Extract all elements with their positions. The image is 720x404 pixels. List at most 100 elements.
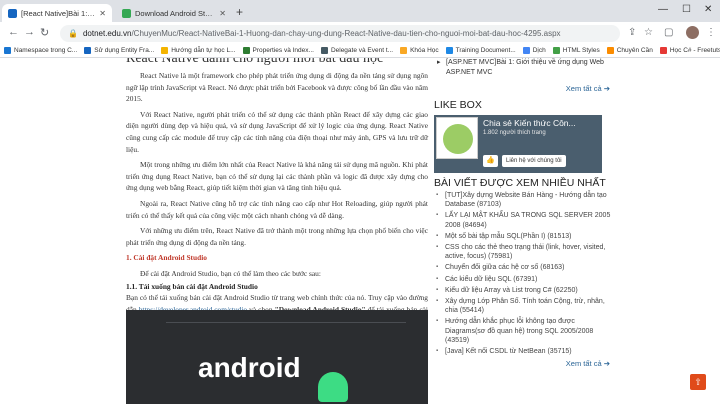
popular-post-label: Hướng dẫn khắc phục lỗi không tạo được D… bbox=[445, 318, 594, 344]
article-paragraph: Ngoài ra, React Native cũng hỗ trợ các t… bbox=[126, 198, 428, 220]
article-paragraph: Một trong những ưu điểm lớn nhất của Rea… bbox=[126, 160, 428, 193]
scroll-to-top-button[interactable]: ⇧ bbox=[690, 374, 706, 390]
maximize-icon[interactable]: ☐ bbox=[682, 4, 691, 15]
section-heading: 1. Cài đặt Android Studio bbox=[126, 253, 207, 263]
android-favicon-icon bbox=[122, 8, 131, 18]
facebook-like-box[interactable]: Chia sẻ Kiến thức Côn... 1.802 người thí… bbox=[434, 115, 602, 173]
bookmark-favicon-icon bbox=[4, 47, 11, 54]
profile-avatar[interactable] bbox=[686, 26, 699, 39]
bookmark-favicon-icon bbox=[320, 47, 328, 54]
bookmark-label: Học C# - Freetuts bbox=[669, 47, 720, 54]
fb-like-count: 1.802 người thích trang bbox=[483, 130, 546, 136]
bookmark-label: Khóa Học bbox=[410, 47, 439, 54]
bookmark-item[interactable]: Delegate và Event t... bbox=[320, 47, 394, 54]
see-all-link[interactable]: Xem tất cả ➔ bbox=[434, 359, 614, 368]
subsection-heading: 1.1. Tải xuống bản cài đặt Android Studi… bbox=[126, 281, 258, 291]
bookmark-favicon-icon bbox=[161, 47, 169, 54]
bullet-icon: ▪ bbox=[436, 264, 439, 271]
tab-android-studio[interactable]: Download Android Studio & App... ✕ bbox=[116, 4, 232, 22]
bullet-icon: ▪ bbox=[436, 298, 439, 305]
android-studio-banner-image: android bbox=[126, 310, 428, 404]
bookmark-item[interactable]: HTML Styles bbox=[552, 47, 600, 54]
bookmark-item[interactable]: Học C# - Freetuts bbox=[659, 47, 720, 54]
popular-post-item[interactable]: ▪ Một số bài tập mẫu SQL(Phần I) (81513) bbox=[434, 232, 614, 241]
bookmark-item[interactable]: Namespace trong C... bbox=[4, 47, 77, 54]
article-paragraph: React Native là một framework cho phép p… bbox=[126, 71, 428, 104]
popular-post-item[interactable]: ▪ [Java] Kết nối CSDL từ NetBean (35715) bbox=[434, 347, 614, 356]
popular-post-item[interactable]: ▪ Kiểu dữ liệu Array và List trong C# (62… bbox=[434, 286, 614, 295]
close-tab-icon[interactable]: ✕ bbox=[219, 9, 226, 18]
bookmark-star-icon[interactable]: ☆ bbox=[644, 27, 653, 38]
bookmark-favicon-icon bbox=[522, 47, 530, 54]
popular-post-label: Các kiểu dữ liệu SQL (67391) bbox=[445, 275, 538, 283]
address-bar[interactable]: 🔒 dotnet.edu.vn /ChuyenMuc/React-NativeB… bbox=[60, 25, 620, 42]
fb-page-name[interactable]: Chia sẻ Kiến thức Côn... bbox=[483, 118, 576, 128]
minimize-icon[interactable]: — bbox=[658, 4, 668, 15]
close-tab-icon[interactable]: ✕ bbox=[99, 9, 106, 18]
bookmark-item[interactable]: Training Document... bbox=[445, 47, 516, 54]
page-logo bbox=[436, 117, 478, 159]
article-paragraph: Để cài đặt Android Studio, bạn có thể là… bbox=[140, 268, 321, 278]
bookmarks-bar: Namespace trong C... Sử dụng Entity Fra..… bbox=[0, 44, 720, 58]
bookmark-favicon-icon bbox=[400, 47, 408, 54]
bullet-icon: ▸ bbox=[437, 59, 441, 66]
tab-react-native[interactable]: [React Native]Bài 1: Hướng dẫn c... ✕ bbox=[2, 4, 112, 22]
site-favicon-icon bbox=[8, 8, 17, 18]
menu-icon[interactable]: ⋮ bbox=[706, 27, 716, 38]
popular-post-item[interactable]: ▪ Xây dựng Lớp Phân Số. Tính toán Cộng, t… bbox=[434, 297, 614, 315]
bookmark-label: Namespace trong C... bbox=[14, 47, 78, 54]
popular-post-label: Kiểu dữ liệu Array và List trong C# (622… bbox=[445, 286, 578, 294]
like-box-heading: LIKE BOX bbox=[434, 99, 482, 111]
bookmark-item[interactable]: Khóa Học bbox=[400, 47, 439, 54]
bookmark-favicon-icon bbox=[242, 47, 250, 54]
bookmark-favicon-icon bbox=[552, 47, 560, 54]
related-post-label: [ASP.NET MVC]Bài 1: Giới thiệu về ứng dụ… bbox=[446, 59, 604, 76]
forward-icon[interactable]: → bbox=[24, 26, 35, 38]
popular-post-item[interactable]: ▪ Hướng dẫn khắc phục lỗi không tạo được … bbox=[434, 317, 614, 345]
bullet-icon: ▪ bbox=[436, 275, 439, 282]
bookmark-item[interactable]: Chuyên Cần bbox=[606, 47, 653, 54]
bookmark-label: Sử dụng Entity Fra... bbox=[94, 47, 155, 54]
tab-label: [React Native]Bài 1: Hướng dẫn c... bbox=[21, 8, 95, 18]
back-icon[interactable]: ← bbox=[8, 26, 19, 38]
bookmark-label: Dịch bbox=[532, 47, 546, 54]
see-all-link[interactable]: Xem tất cả ➔ bbox=[434, 84, 614, 93]
popular-post-label: [Java] Kết nối CSDL từ NetBean (35715) bbox=[445, 348, 572, 356]
popular-post-label: Xây dựng Lớp Phân Số. Tính toán Cộng, tr… bbox=[445, 298, 605, 315]
like-button[interactable]: 👍 bbox=[483, 155, 498, 167]
popular-post-item[interactable]: ▪ LẤY LẠI MẬT KHẨU SA TRONG SQL SERVER 20… bbox=[434, 211, 614, 229]
bookmark-favicon-icon bbox=[445, 47, 453, 54]
ide-toolbar-strip bbox=[166, 322, 406, 352]
bookmark-label: Delegate và Event t... bbox=[330, 47, 394, 54]
close-window-icon[interactable]: ✕ bbox=[704, 4, 712, 15]
reload-icon[interactable]: ↻ bbox=[40, 26, 49, 39]
bookmark-favicon-icon bbox=[606, 47, 614, 54]
bullet-icon: ▪ bbox=[436, 232, 439, 239]
bookmark-label: Training Document... bbox=[455, 47, 516, 54]
bookmark-label: Hướng dẫn tự học L... bbox=[171, 47, 236, 54]
android-logo-text: android bbox=[198, 352, 301, 383]
side-panel-icon[interactable]: ▢ bbox=[664, 27, 673, 38]
bookmark-item[interactable]: Dịch bbox=[522, 47, 546, 54]
browser-toolbar: ← → ↻ 🔒 dotnet.edu.vn /ChuyenMuc/React-N… bbox=[0, 22, 720, 44]
bookmark-item[interactable]: Sử dụng Entity Fra... bbox=[84, 47, 154, 54]
url-host: dotnet.edu.vn bbox=[82, 29, 132, 38]
popular-post-label: Một số bài tập mẫu SQL(Phần I) (81513) bbox=[445, 232, 572, 240]
popular-post-item[interactable]: ▪ Các kiểu dữ liệu SQL (67391) bbox=[434, 275, 614, 284]
bookmark-label: HTML Styles bbox=[562, 47, 600, 54]
tab-label: Download Android Studio & App... bbox=[135, 8, 215, 18]
new-tab-icon[interactable]: + bbox=[236, 5, 243, 19]
page-content: React Native dành cho người mới bắt đầu … bbox=[0, 58, 720, 404]
bookmark-item[interactable]: Hướng dẫn tự học L... bbox=[161, 47, 236, 54]
contact-button[interactable]: Liên hệ với chúng tôi bbox=[502, 155, 566, 167]
popular-list: ▪ [TUT]Xây dựng Website Bán Hàng - Hướng … bbox=[434, 191, 614, 356]
share-icon[interactable]: ⇪ bbox=[628, 27, 636, 38]
bullet-icon: ▪ bbox=[436, 318, 439, 325]
popular-post-item[interactable]: ▪ [TUT]Xây dựng Website Bán Hàng - Hướng … bbox=[434, 191, 614, 209]
popular-post-item[interactable]: ▪ Chuyển đổi giữa các hệ cơ số (68163) bbox=[434, 263, 614, 272]
bookmark-item[interactable]: Properties và Index... bbox=[242, 47, 314, 54]
lock-icon: 🔒 bbox=[68, 29, 78, 38]
popular-post-item[interactable]: ▪ CSS cho các thẻ theo trạng thái (link, … bbox=[434, 243, 614, 261]
related-post[interactable]: ▸ [ASP.NET MVC]Bài 1: Giới thiệu về ứng … bbox=[434, 58, 614, 78]
article: React Native dành cho người mới bắt đầu … bbox=[126, 58, 428, 404]
